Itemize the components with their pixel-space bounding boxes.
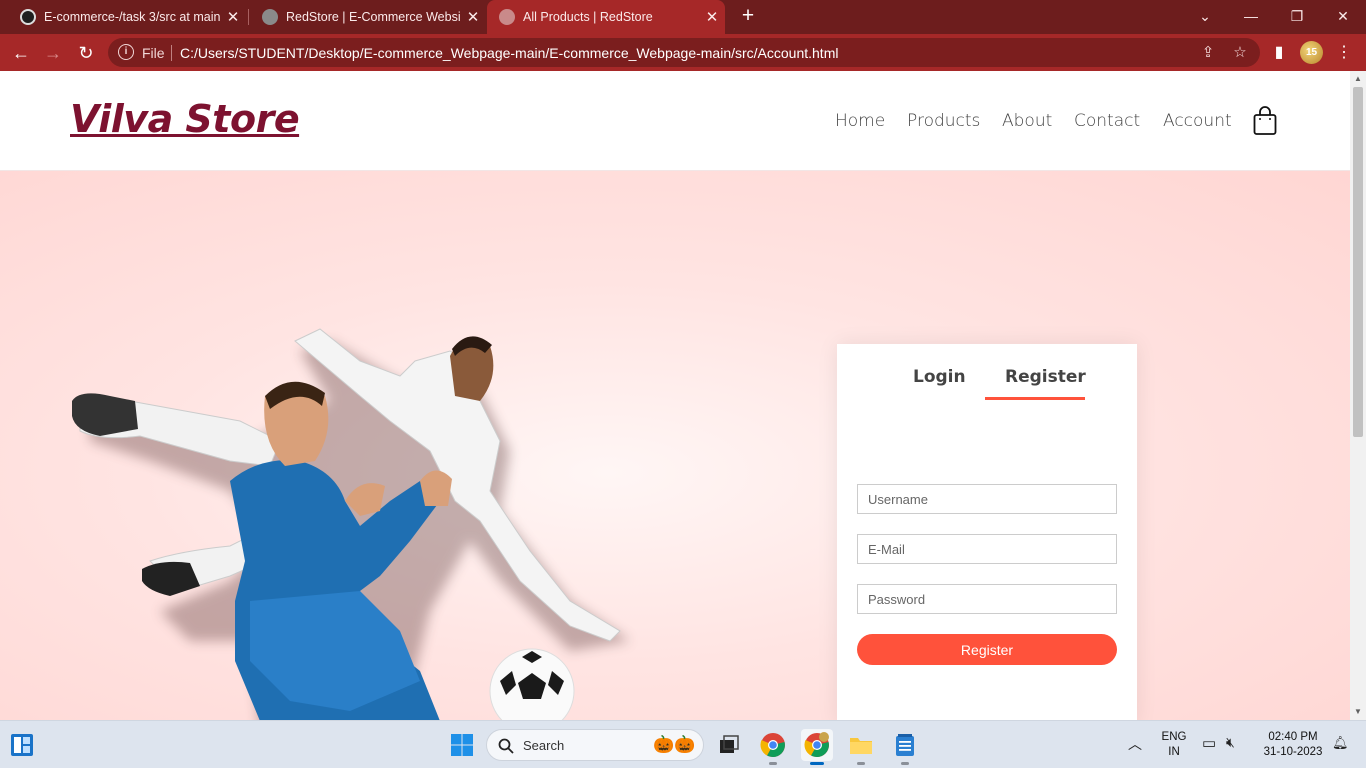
site-header: Vilva Store Home Products About Contact …: [0, 71, 1350, 171]
browser-tab-active[interactable]: All Products | RedStore ✕: [487, 0, 725, 34]
back-icon[interactable]: ←: [8, 40, 34, 66]
main-nav: Home: [835, 111, 885, 131]
search-icon: [498, 738, 514, 754]
page-viewport: Vilva Store Home Products About Contact …: [0, 71, 1350, 720]
main-nav: Products: [907, 111, 980, 131]
close-tab-icon[interactable]: ✕: [220, 8, 246, 26]
football-players-image: [72, 328, 630, 720]
notepad-icon[interactable]: [889, 729, 921, 765]
region-code: IN: [1168, 746, 1180, 758]
widgets-icon[interactable]: [6, 729, 38, 761]
username-field[interactable]: [857, 484, 1117, 514]
github-icon: [20, 9, 36, 25]
task-view-icon[interactable]: [713, 729, 745, 761]
active-tab-indicator: [985, 397, 1085, 400]
close-tab-icon[interactable]: ✕: [699, 8, 725, 26]
clock-time: 02:40 PM: [1268, 731, 1318, 743]
info-icon[interactable]: i: [118, 44, 134, 60]
chrome-app-icon[interactable]: [757, 729, 789, 765]
windows-taskbar: Search 🎃🎃 ︿ ENG IN ▭ 🔇︎ 02:40 PM 31-10-2…: [0, 720, 1366, 768]
globe-icon: [499, 9, 515, 25]
address-bar[interactable]: i File C:/Users/STUDENT/Desktop/E-commer…: [108, 38, 1260, 67]
file-explorer-icon[interactable]: [845, 729, 877, 765]
nav-home[interactable]: Home: [835, 111, 885, 131]
bookmark-star-icon[interactable]: ☆: [1230, 43, 1250, 63]
main-nav: About: [1002, 111, 1052, 131]
browser-tab-strip: E-commerce-/task 3/src at main ✕ RedStor…: [0, 0, 1366, 34]
maximize-icon[interactable]: ❐: [1274, 0, 1320, 32]
password-field[interactable]: [857, 584, 1117, 614]
notifications-icon[interactable]: 🔔︎: [1332, 735, 1349, 751]
tab-search-icon[interactable]: ⌄: [1182, 0, 1228, 32]
menu-kebab-icon[interactable]: ⋮: [1331, 40, 1357, 66]
chrome-profile-app-icon[interactable]: [801, 729, 833, 765]
login-tab[interactable]: Login: [913, 367, 966, 387]
active-indicator: [810, 762, 824, 765]
nav-about[interactable]: About: [1002, 111, 1052, 131]
minimize-icon[interactable]: —: [1228, 0, 1274, 32]
account-form-card: Login Register Register: [837, 344, 1137, 720]
scheme-label: File: [142, 45, 165, 61]
running-indicator: [769, 762, 777, 765]
scrollbar-thumb[interactable]: [1353, 87, 1363, 437]
share-icon[interactable]: ⇪: [1198, 43, 1218, 63]
tab-title: E-commerce-/task 3/src at main: [44, 10, 220, 24]
tab-title: RedStore | E-Commerce Website: [286, 10, 460, 24]
main-nav: Account: [1163, 111, 1232, 131]
nav-account[interactable]: Account: [1163, 111, 1232, 131]
halloween-pumpkin-icon: 🎃🎃: [653, 735, 696, 754]
globe-icon: [262, 9, 278, 25]
shopping-bag-icon[interactable]: [1253, 106, 1277, 136]
system-clock[interactable]: 02:40 PM 31-10-2023: [1258, 730, 1328, 760]
clock-date: 31-10-2023: [1263, 746, 1323, 758]
page-scrollbar[interactable]: ▲ ▼: [1350, 71, 1366, 720]
forward-icon[interactable]: →: [40, 40, 66, 66]
nav-contact[interactable]: Contact: [1074, 111, 1140, 131]
language-indicator[interactable]: ENG IN: [1156, 730, 1192, 760]
omnibox-divider: [171, 45, 172, 61]
profile-avatar[interactable]: 15: [1300, 41, 1323, 64]
browser-toolbar: ← → ↻ i File C:/Users/STUDENT/Desktop/E-…: [0, 34, 1366, 71]
hero-section: Login Register Register: [0, 171, 1350, 720]
email-field[interactable]: [857, 534, 1117, 564]
taskbar-search[interactable]: Search 🎃🎃: [486, 729, 704, 761]
running-indicator: [857, 762, 865, 765]
side-panel-icon[interactable]: ▮: [1266, 40, 1292, 66]
reload-icon[interactable]: ↻: [73, 40, 99, 66]
scroll-down-icon[interactable]: ▼: [1353, 707, 1363, 716]
tab-title: All Products | RedStore: [523, 10, 653, 24]
show-hidden-icons-chevron-icon[interactable]: ︿: [1128, 734, 1142, 754]
new-tab-button[interactable]: +: [737, 5, 759, 27]
site-logo[interactable]: Vilva Store: [70, 97, 300, 141]
register-tab[interactable]: Register: [1005, 367, 1086, 387]
url-text[interactable]: C:/Users/STUDENT/Desktop/E-commerce_Webp…: [180, 45, 838, 61]
close-tab-icon[interactable]: ✕: [460, 8, 486, 26]
windows-start-icon[interactable]: [446, 729, 478, 761]
close-window-icon[interactable]: ✕: [1320, 0, 1366, 32]
network-icon[interactable]: ▭: [1202, 734, 1216, 752]
tab-divider: [248, 9, 249, 25]
browser-tab-github[interactable]: E-commerce-/task 3/src at main ✕: [8, 0, 246, 34]
main-nav: Contact: [1074, 111, 1140, 131]
register-submit-button[interactable]: Register: [857, 634, 1117, 665]
scroll-up-icon[interactable]: ▲: [1353, 74, 1363, 83]
nav-products[interactable]: Products: [907, 111, 980, 131]
browser-tab-redstore[interactable]: RedStore | E-Commerce Website ✕: [250, 0, 486, 34]
running-indicator: [901, 762, 909, 765]
language-code: ENG: [1161, 731, 1187, 743]
volume-muted-icon[interactable]: 🔇︎: [1226, 734, 1235, 751]
search-label: Search: [523, 738, 565, 753]
